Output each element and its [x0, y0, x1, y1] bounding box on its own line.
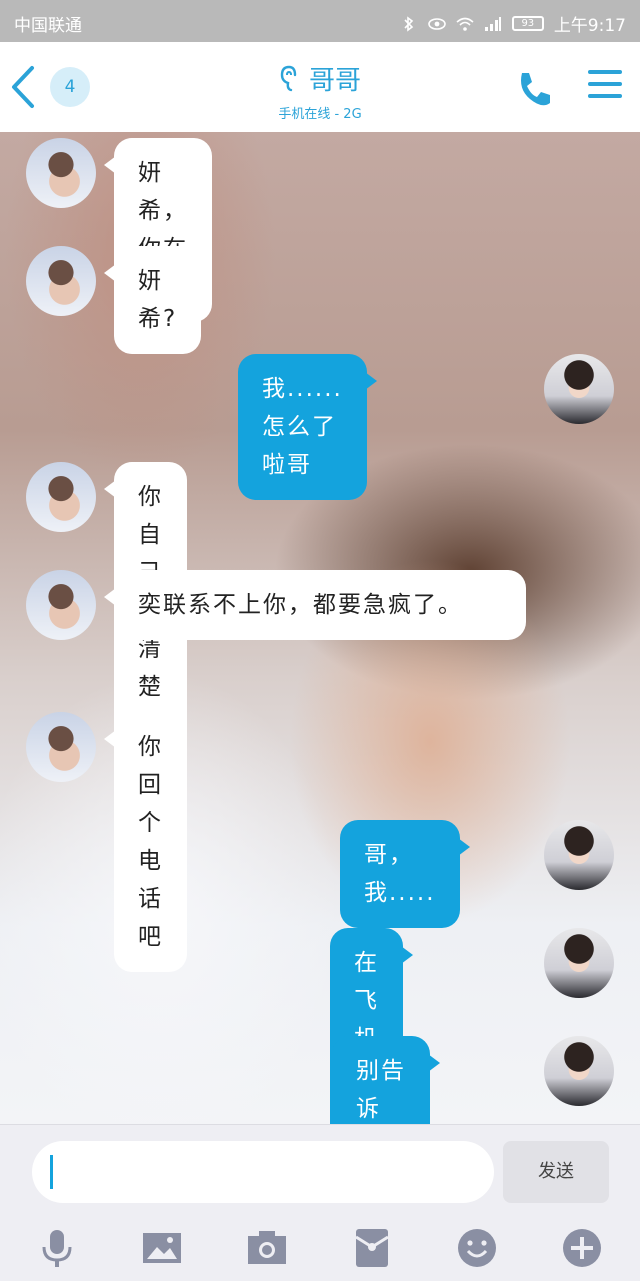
my-avatar[interactable] — [544, 1036, 614, 1106]
message-bubble[interactable]: 你回个电话吧 — [104, 712, 187, 972]
my-avatar[interactable] — [544, 820, 614, 890]
send-button[interactable]: 发送 — [503, 1141, 609, 1203]
wifi-icon — [456, 17, 474, 31]
contact-avatar[interactable] — [26, 462, 96, 532]
contact-avatar[interactable] — [26, 712, 96, 782]
battery-indicator: 93 — [511, 16, 544, 31]
unread-count-badge[interactable]: 4 — [50, 67, 90, 107]
message-bubble[interactable]: 我......怎么了啦哥 — [238, 354, 377, 500]
contact-avatar[interactable] — [26, 246, 96, 316]
camera-icon[interactable] — [246, 1227, 288, 1269]
message-bubble[interactable]: 别告诉奕。 — [332, 1036, 440, 1124]
contact-title-block[interactable]: 哥哥 手机在线 - 2G — [200, 60, 440, 122]
composer: 发送 — [0, 1124, 640, 1281]
message-bubble[interactable]: 妍希? — [103, 246, 202, 354]
status-icons: 93 上午9:17 — [400, 11, 626, 36]
image-icon[interactable] — [141, 1227, 183, 1269]
ear-icon — [280, 65, 297, 91]
text-cursor — [50, 1155, 53, 1189]
carrier-label: 中国联通 — [14, 16, 82, 36]
eye-icon — [428, 17, 446, 30]
plus-icon[interactable] — [561, 1227, 603, 1269]
mic-icon[interactable] — [36, 1227, 78, 1269]
contact-name: 哥哥 — [308, 66, 361, 96]
emoji-icon[interactable] — [456, 1227, 498, 1269]
message-bubble[interactable]: 奕联系不上你，都要急疯了。 — [104, 570, 526, 640]
signal-icon — [484, 16, 501, 31]
composer-toolbar — [0, 1221, 640, 1277]
online-status: 手机在线 - 2G — [278, 107, 362, 122]
message-list[interactable]: 妍希，你在哪? 妍希? 我......怎么了啦哥 你自己不清楚啊 奕联系不上你，… — [0, 132, 640, 1124]
message-input[interactable] — [32, 1141, 494, 1203]
message-bubble[interactable]: 哥，我..... — [340, 820, 470, 928]
contact-avatar[interactable] — [26, 570, 96, 640]
clock: 上午9:17 — [553, 16, 626, 36]
menu-icon[interactable] — [588, 70, 622, 104]
back-icon[interactable] — [6, 62, 42, 112]
status-bar: 中国联通 93 上午9:17 — [0, 0, 640, 42]
phone-icon[interactable] — [512, 67, 556, 111]
contact-avatar[interactable] — [26, 138, 96, 208]
red-packet-icon[interactable] — [351, 1227, 393, 1269]
chat-header: 4 哥哥 手机在线 - 2G — [0, 42, 640, 132]
my-avatar[interactable] — [544, 354, 614, 424]
my-avatar[interactable] — [544, 928, 614, 998]
bluetooth-icon — [404, 15, 414, 32]
